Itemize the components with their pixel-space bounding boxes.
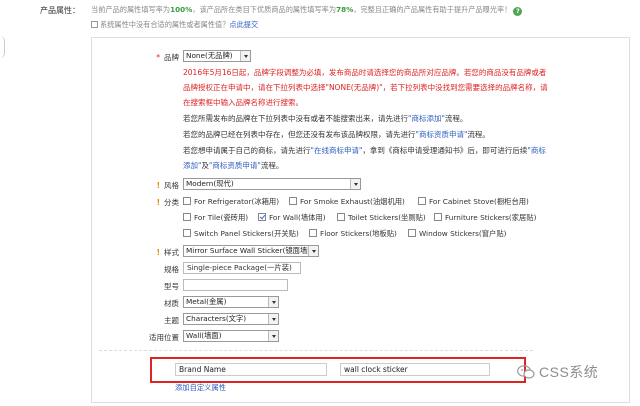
fill-rate-notice: 当前产品的属性填写率为100%，该产品所在类目下优质商品的属性填写率为78%，完… bbox=[91, 5, 523, 16]
trademark-add-link-2b[interactable]: 添加" bbox=[183, 161, 201, 170]
material-label: 材质 bbox=[164, 299, 179, 308]
checkbox[interactable] bbox=[183, 197, 191, 205]
product-attributes-label: 产品属性： bbox=[40, 6, 80, 15]
custom-attribute-name-input[interactable]: Brand Name bbox=[175, 363, 327, 376]
checkbox[interactable] bbox=[289, 197, 297, 205]
category-option-refrigerator[interactable]: For Refrigerator(冰箱用) bbox=[183, 197, 279, 207]
chevron-down-icon bbox=[240, 51, 250, 61]
watermark-text: CSS系统 bbox=[539, 364, 599, 380]
theme-label: 主题 bbox=[164, 316, 179, 325]
category-option-floor[interactable]: Floor Stickers(地板贴) bbox=[309, 229, 397, 239]
checkbox[interactable] bbox=[183, 229, 191, 237]
trademark-qualification-link-2[interactable]: "商标资质申请" bbox=[209, 161, 261, 170]
brand-info-line-2: 若您的品牌已经在列表中存在，但您还没有发布该品牌权限，请先进行"商标资质申请"流… bbox=[183, 130, 490, 139]
category-option-window[interactable]: Window Stickers(窗户贴) bbox=[408, 229, 506, 239]
location-select[interactable]: Wall(墙面) bbox=[183, 330, 279, 342]
chevron-down-icon bbox=[268, 297, 278, 307]
trademark-qualification-link[interactable]: "商标资质申请" bbox=[416, 130, 468, 139]
category-option-tile[interactable]: For Tile(瓷砖用) bbox=[183, 213, 248, 223]
brand-label: * 品牌 bbox=[156, 53, 179, 62]
model-label: 型号 bbox=[164, 282, 179, 291]
help-icon[interactable]: ? bbox=[513, 7, 523, 16]
brand-info-line-4: 添加"及"商标资质申请"流程。 bbox=[183, 161, 284, 170]
trademark-add-link[interactable]: "商标添加" bbox=[408, 114, 445, 123]
trademark-add-link-2[interactable]: "商标 bbox=[527, 146, 545, 155]
theme-select[interactable]: Characters(文字) bbox=[183, 313, 279, 325]
model-input[interactable] bbox=[183, 279, 288, 291]
online-trademark-link[interactable]: "在线商标申请" bbox=[311, 146, 363, 155]
missing-attribute-checkbox[interactable] bbox=[91, 21, 98, 28]
style-label: ! 风格 bbox=[156, 181, 179, 190]
brand-select[interactable]: None(无品牌) bbox=[183, 50, 251, 62]
brand-warning-line-3: 在搜索框中输入品牌名称进行搜索。 bbox=[183, 98, 303, 107]
chevron-down-icon bbox=[308, 246, 318, 256]
watermark: CSS系统 bbox=[517, 362, 598, 382]
missing-attribute-text: 系统属性中没有合适的属性或者属性值？ bbox=[100, 20, 230, 29]
location-label: 适用位置 bbox=[149, 333, 179, 342]
window-edge-handle bbox=[0, 36, 5, 58]
important-marker: ! bbox=[156, 181, 160, 190]
brand-warning-line-2: 品牌授权正在申请中，请在下拉列表中选择"NONE(无品牌)"，若下拉列表中没找到… bbox=[183, 83, 548, 92]
category-option-cabinet-stove[interactable]: For Cabinet Stove(橱柜台用) bbox=[418, 197, 529, 207]
category-label: ! 分类 bbox=[156, 198, 179, 207]
pattern-select[interactable]: Mirror Surface Wall Sticker(镜面墙贴) bbox=[183, 245, 319, 257]
category-option-smoke-exhaust[interactable]: For Smoke Exhaust(油烟机用) bbox=[289, 197, 405, 207]
notice-mid: ，该产品所在类目下优质商品的属性填写率为 bbox=[192, 5, 337, 14]
submit-attribute-link[interactable]: 点此提交 bbox=[229, 20, 258, 29]
add-custom-attribute-link[interactable]: 添加自定义属性 bbox=[175, 383, 226, 393]
checkbox[interactable] bbox=[309, 229, 317, 237]
fill-rate-value: 100% bbox=[170, 5, 193, 14]
chevron-down-icon bbox=[268, 314, 278, 324]
important-marker: ! bbox=[156, 248, 160, 257]
pattern-label: ! 样式 bbox=[156, 248, 179, 257]
chevron-down-icon bbox=[268, 331, 278, 341]
material-select[interactable]: Metal(金属) bbox=[183, 296, 279, 308]
category-rate-value: 78% bbox=[336, 5, 354, 14]
wechat-logo-icon bbox=[517, 365, 535, 379]
brand-warning-line-1: 2016年5月16日起，品牌字段调整为必填，发布商品时请选择您的商品所对应品牌。… bbox=[183, 68, 547, 77]
brand-info-line-3: 若您想申请属于自己的商标，请先进行"在线商标申请"，拿到《商标申请受理通知书》后… bbox=[183, 146, 546, 155]
missing-attribute-notice: 系统属性中没有合适的属性或者属性值？点此提交 bbox=[91, 20, 258, 30]
style-select[interactable]: Modern(现代) bbox=[183, 178, 361, 190]
notice-pre: 当前产品的属性填写率为 bbox=[91, 5, 171, 14]
notice-post: ，完整且正确的产品属性有助于提升产品曝光率！ bbox=[353, 5, 512, 14]
category-option-wall[interactable]: For Wall(墙体用) bbox=[258, 213, 326, 223]
brand-info-line-1: 若您所需发布的品牌在下拉列表中没有或者不能搜索出来，请先进行"商标添加"流程。 bbox=[183, 114, 468, 123]
custom-attribute-value-input[interactable]: wall clock sticker bbox=[340, 363, 490, 376]
spec-label: 规格 bbox=[164, 265, 179, 274]
checkbox[interactable] bbox=[337, 213, 345, 221]
checkbox[interactable] bbox=[183, 213, 191, 221]
category-option-switch-panel[interactable]: Switch Panel Stickers(开关贴) bbox=[183, 229, 299, 239]
checkbox[interactable] bbox=[434, 213, 442, 221]
checkbox-checked[interactable] bbox=[258, 213, 266, 221]
checkbox[interactable] bbox=[408, 229, 416, 237]
required-marker: * bbox=[156, 53, 160, 62]
checkbox[interactable] bbox=[418, 197, 426, 205]
category-option-toilet[interactable]: Toilet Stickers(坐厕贴) bbox=[337, 213, 426, 223]
spec-input[interactable]: Single-piece Package(一片装) bbox=[183, 262, 301, 274]
chevron-down-icon bbox=[350, 179, 360, 189]
category-option-furniture[interactable]: Furniture Stickers(家居贴) bbox=[434, 213, 536, 223]
section-divider bbox=[99, 350, 533, 351]
important-marker: ! bbox=[156, 198, 160, 207]
